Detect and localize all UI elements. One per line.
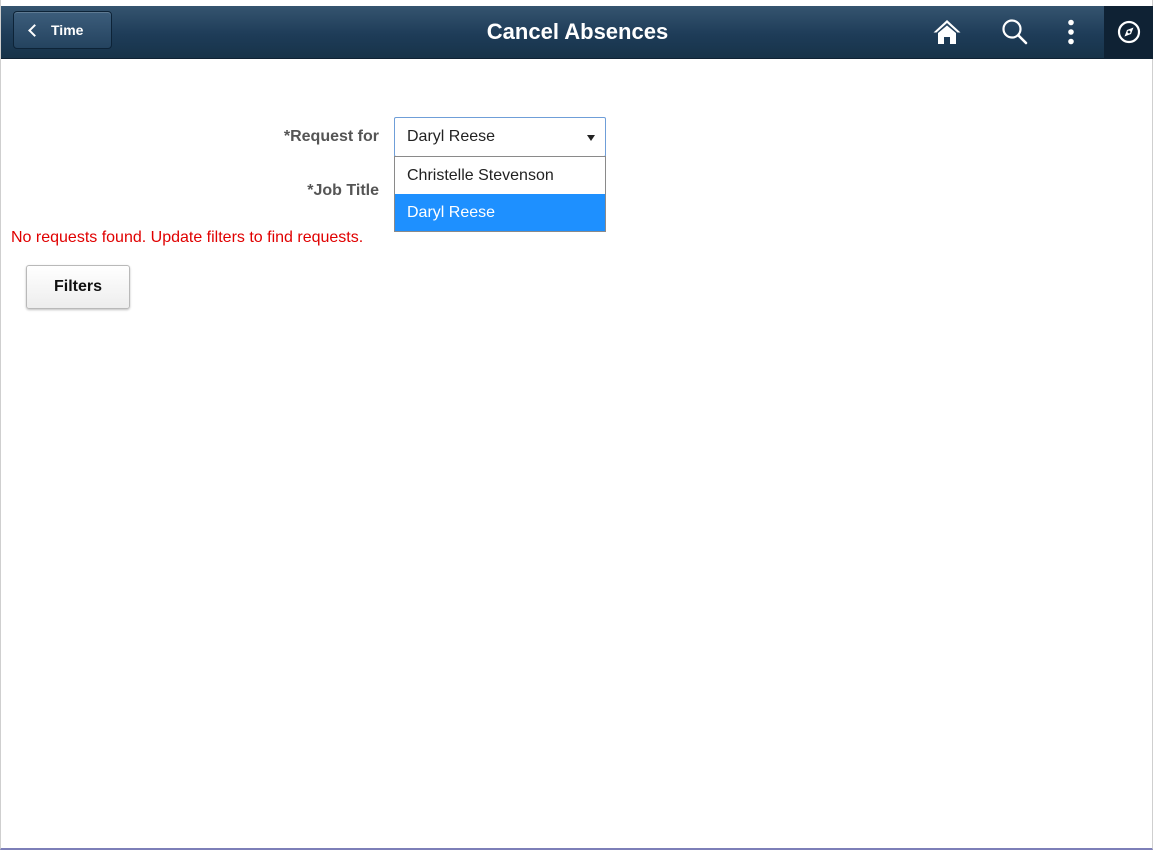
more-vertical-icon — [1068, 19, 1074, 45]
search-button[interactable] — [993, 6, 1037, 58]
page-frame: Time Cancel Absences *Request for Daryl … — [0, 0, 1153, 850]
navbar-button[interactable] — [1104, 6, 1153, 58]
back-button-label: Time — [51, 22, 84, 38]
job-title-label: *Job Title — [307, 182, 379, 199]
no-requests-message: No requests found. Update filters to fin… — [11, 229, 364, 246]
actions-menu-button[interactable] — [1049, 6, 1093, 58]
back-to-time-button[interactable]: Time — [13, 11, 112, 49]
chevron-left-icon — [28, 24, 41, 37]
dropdown-arrow-icon — [587, 135, 595, 141]
dropdown-option-highlighted[interactable]: Daryl Reese — [395, 194, 605, 231]
compass-icon — [1117, 20, 1141, 44]
page-title: Cancel Absences — [486, 19, 669, 44]
filters-button[interactable]: Filters — [26, 265, 130, 309]
request-for-select[interactable]: Daryl Reese — [394, 117, 606, 157]
request-for-selected-value: Daryl Reese — [407, 128, 496, 145]
request-for-dropdown-list: Christelle Stevenson Daryl Reese — [394, 156, 606, 232]
search-icon — [1002, 19, 1028, 45]
dropdown-option[interactable]: Christelle Stevenson — [395, 157, 605, 194]
home-icon — [933, 20, 961, 44]
home-button[interactable] — [925, 6, 969, 58]
top-banner: Time Cancel Absences — [1, 6, 1153, 59]
request-for-label: *Request for — [283, 128, 379, 145]
